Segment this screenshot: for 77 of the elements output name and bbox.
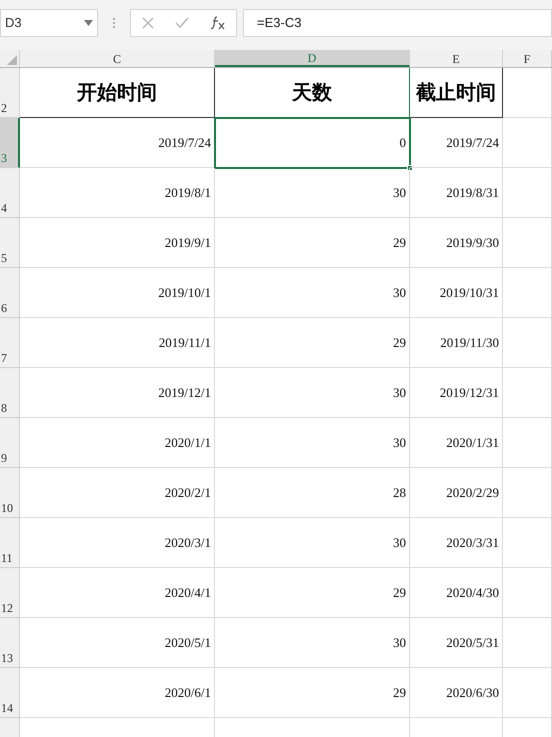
table-cell bbox=[503, 418, 552, 468]
table-cell bbox=[503, 268, 552, 318]
row-header[interactable]: 8 bbox=[0, 368, 20, 418]
row-header[interactable]: 9 bbox=[0, 418, 20, 468]
table-cell bbox=[503, 518, 552, 568]
row-header[interactable]: 3 bbox=[0, 118, 20, 168]
row-header[interactable]: 7 bbox=[0, 318, 20, 368]
table-cell bbox=[503, 218, 552, 268]
table-cell bbox=[503, 318, 552, 368]
table-cell: 2020/5/31 bbox=[410, 618, 503, 668]
table-cell: 2020/4/1 bbox=[20, 568, 215, 618]
table-cell: 2019/8/31 bbox=[410, 168, 503, 218]
formula-field[interactable]: =E3-C3 bbox=[243, 9, 552, 37]
row-header[interactable]: 5 bbox=[0, 218, 20, 268]
table-cell: 29 bbox=[215, 318, 410, 368]
table-cell: 2020/2/1 bbox=[20, 468, 215, 518]
table-cell: 2019/10/31 bbox=[410, 268, 503, 318]
table-cell: 0 bbox=[215, 118, 410, 168]
table-cell: 30 bbox=[215, 268, 410, 318]
table-cell: 2020/6/1 bbox=[20, 668, 215, 718]
table-cell bbox=[503, 118, 552, 168]
column-header[interactable]: D bbox=[215, 50, 410, 67]
table-cell: 2019/8/1 bbox=[20, 168, 215, 218]
table-cell: 2019/9/30 bbox=[410, 218, 503, 268]
table-cell: 2020/1/1 bbox=[20, 418, 215, 468]
table-cell: 2020/2/29 bbox=[410, 468, 503, 518]
formula-text: =E3-C3 bbox=[257, 14, 302, 32]
table-cell: 2020/1/31 bbox=[410, 418, 503, 468]
row-header[interactable] bbox=[0, 718, 20, 737]
table-cell: 29 bbox=[215, 668, 410, 718]
table-cell: 30 bbox=[215, 368, 410, 418]
table-cell: 开始时间 bbox=[20, 68, 215, 118]
function-icon[interactable] bbox=[210, 16, 226, 30]
table-cell: 2020/3/31 bbox=[410, 518, 503, 568]
row-header[interactable]: 10 bbox=[0, 468, 20, 518]
table-cell bbox=[503, 568, 552, 618]
table-cell: 截止时间 bbox=[410, 68, 503, 118]
table-cell: 2019/10/1 bbox=[20, 268, 215, 318]
table-cell: 2019/12/1 bbox=[20, 368, 215, 418]
table-cell: 2019/7/24 bbox=[410, 118, 503, 168]
table-cell: 30 bbox=[215, 418, 410, 468]
table-cell: 天数 bbox=[215, 68, 410, 118]
table-cell: 2019/11/1 bbox=[20, 318, 215, 368]
cell-reference: D3 bbox=[5, 14, 22, 32]
table-cell: 2019/9/1 bbox=[20, 218, 215, 268]
drag-handle-icon[interactable] bbox=[112, 17, 116, 29]
table-cell: 29 bbox=[215, 218, 410, 268]
row-header[interactable]: 13 bbox=[0, 618, 20, 668]
table-cell bbox=[503, 668, 552, 718]
table-cell: 30 bbox=[215, 618, 410, 668]
table-cell: 2020/3/1 bbox=[20, 518, 215, 568]
dropdown-caret-icon[interactable] bbox=[84, 20, 93, 26]
table-cell: 30 bbox=[215, 518, 410, 568]
row-header[interactable]: 12 bbox=[0, 568, 20, 618]
table-cell: 2020/6/30 bbox=[410, 668, 503, 718]
row-header[interactable]: 2 bbox=[0, 68, 20, 118]
row-header[interactable]: 6 bbox=[0, 268, 20, 318]
table-cell bbox=[503, 68, 552, 118]
table-cell: 2020/4/30 bbox=[410, 568, 503, 618]
row-header[interactable]: 14 bbox=[0, 668, 20, 718]
table-cell: 2020/5/1 bbox=[20, 618, 215, 668]
table-cell bbox=[503, 168, 552, 218]
column-header[interactable]: E bbox=[410, 50, 503, 67]
column-header[interactable]: F bbox=[503, 50, 552, 67]
table-cell bbox=[503, 368, 552, 418]
table-cell bbox=[503, 468, 552, 518]
name-box[interactable]: D3 bbox=[0, 9, 98, 37]
table-cell bbox=[503, 618, 552, 668]
table-cell: 2019/12/31 bbox=[410, 368, 503, 418]
table-cell: 29 bbox=[215, 568, 410, 618]
row-header[interactable]: 4 bbox=[0, 168, 20, 218]
triangle-icon bbox=[7, 55, 17, 65]
row-header[interactable]: 11 bbox=[0, 518, 20, 568]
table-cell: 2019/7/24 bbox=[20, 118, 215, 168]
table-cell: 30 bbox=[215, 168, 410, 218]
table-cell: 28 bbox=[215, 468, 410, 518]
table-cell: 2019/11/30 bbox=[410, 318, 503, 368]
